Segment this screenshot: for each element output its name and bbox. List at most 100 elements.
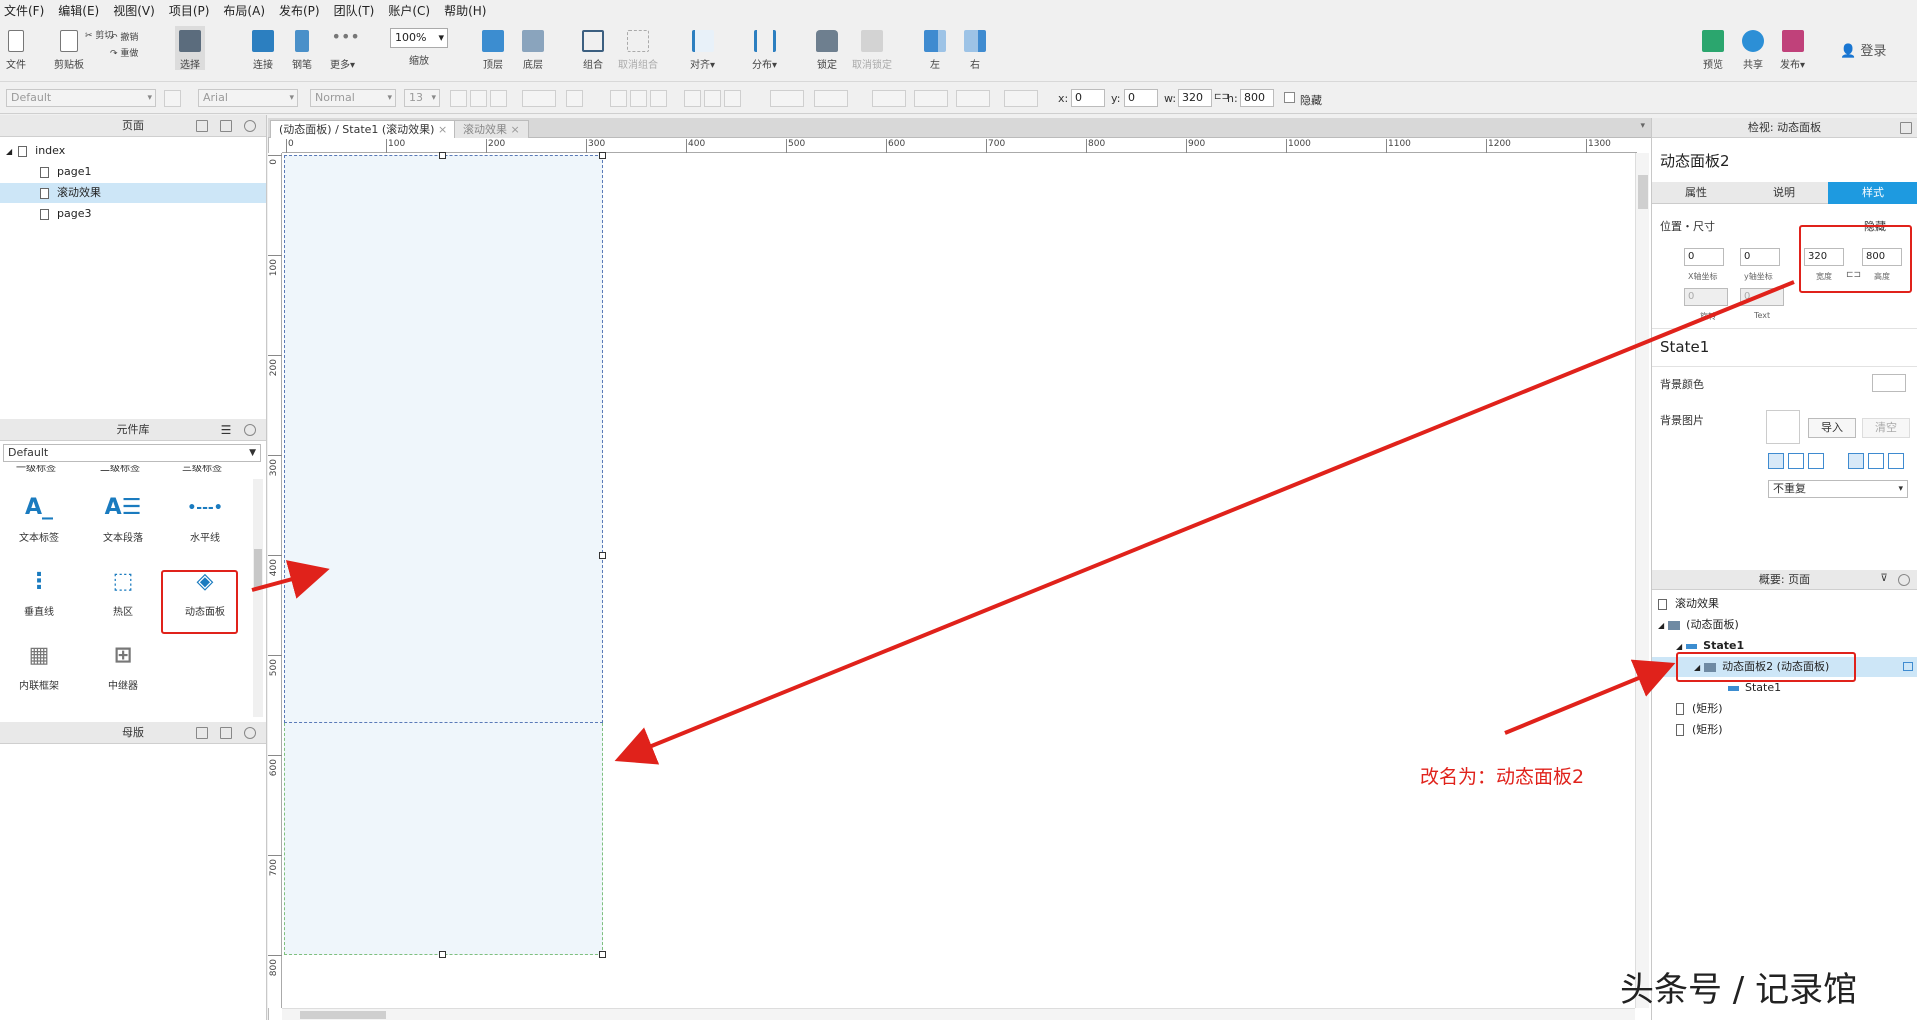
tab-properties[interactable]: 属性 <box>1652 182 1740 204</box>
align-left-icon[interactable] <box>610 90 627 107</box>
collapse-icon[interactable]: ◢ <box>6 147 12 156</box>
line-width-icon[interactable] <box>914 90 948 107</box>
valign-middle-icon[interactable] <box>704 90 721 107</box>
font-select[interactable]: Arial <box>198 89 298 107</box>
paste-button[interactable]: 剪贴板 <box>54 30 84 71</box>
add-page-icon[interactable] <box>196 120 208 132</box>
search-icon[interactable] <box>1898 574 1910 586</box>
collapse-icon[interactable]: ◢ <box>1658 621 1664 630</box>
style-select[interactable]: Default <box>6 89 156 107</box>
clear-button[interactable]: 清空 <box>1862 418 1910 438</box>
h-input[interactable]: 800 <box>1240 89 1274 107</box>
redo-button[interactable]: ↷ 重做 <box>110 46 138 59</box>
login-button[interactable]: 👤 登录 <box>1840 40 1886 59</box>
shadow-icon[interactable] <box>814 90 848 107</box>
text-rotate-input[interactable]: 0 <box>1740 288 1784 306</box>
widget-repeater[interactable]: ⊞ 中继器 <box>88 641 158 692</box>
close-icon[interactable]: × <box>438 123 447 136</box>
menu-account[interactable]: 账户(C) <box>388 2 430 19</box>
canvas-vertical-scrollbar[interactable] <box>1635 153 1649 1008</box>
widget-text-paragraph[interactable]: A☰ 文本段落 <box>88 493 158 544</box>
widget-vertical-line[interactable]: ⋮ 垂直线 <box>4 567 74 618</box>
font-size-select[interactable]: 13 <box>404 89 440 107</box>
widget-horizontal-line[interactable]: •---• 水平线 <box>170 493 240 544</box>
unlock-button[interactable]: 取消锁定 <box>852 30 892 71</box>
left-pane-toggle[interactable]: 左 <box>924 30 946 71</box>
close-icon[interactable]: × <box>511 123 520 136</box>
underline-icon[interactable] <box>490 90 507 107</box>
line-style-icon[interactable] <box>956 90 990 107</box>
align-button[interactable]: 对齐▾ <box>690 30 715 71</box>
bring-to-top-button[interactable]: 顶层 <box>482 30 504 71</box>
hide-checkbox[interactable] <box>1284 92 1295 103</box>
bg-image-preview[interactable] <box>1766 410 1800 444</box>
arrow-style-icon[interactable] <box>1004 90 1038 107</box>
x-input[interactable]: 0 <box>1071 89 1105 107</box>
zoom-select[interactable]: 100% ▾ <box>390 28 448 48</box>
select-tool[interactable]: 选择 <box>175 26 205 71</box>
canvas-horizontal-scrollbar[interactable] <box>282 1008 1635 1020</box>
resize-handle[interactable] <box>599 552 606 559</box>
page-tree-item-page1[interactable]: page1 <box>0 162 266 182</box>
align-right-icon[interactable] <box>650 90 667 107</box>
pen-tool[interactable]: 钢笔 <box>292 30 312 71</box>
resize-handle[interactable] <box>599 951 606 958</box>
align-center-icon[interactable] <box>1788 453 1804 469</box>
tab-scroll-effect[interactable]: 滚动效果 × <box>454 120 529 138</box>
menu-edit[interactable]: 编辑(E) <box>58 2 99 19</box>
collapse-icon[interactable]: ◢ <box>1676 642 1682 651</box>
add-master-icon[interactable] <box>196 727 208 739</box>
notes-icon[interactable] <box>1900 122 1912 134</box>
visibility-icon[interactable] <box>1903 662 1913 671</box>
valign-middle-icon[interactable] <box>1868 453 1884 469</box>
bullet-icon[interactable] <box>566 90 583 107</box>
bold-icon[interactable] <box>450 90 467 107</box>
x-coordinate-input[interactable]: 0 <box>1684 248 1724 266</box>
ungroup-button[interactable]: 取消组合 <box>618 30 658 71</box>
align-center-icon[interactable] <box>630 90 647 107</box>
share-button[interactable]: 共享 <box>1742 30 1764 71</box>
add-folder-icon[interactable] <box>220 727 232 739</box>
import-button[interactable]: 导入 <box>1808 418 1856 438</box>
distribute-button[interactable]: 分布▾ <box>752 30 777 71</box>
fill-color-icon[interactable] <box>770 90 804 107</box>
tab-dynamic-panel-state[interactable]: (动态面板) / State1 (滚动效果) × <box>270 120 457 138</box>
search-icon[interactable] <box>244 424 256 436</box>
outline-item-rect1[interactable]: (矩形) <box>1652 699 1917 719</box>
menu-project[interactable]: 项目(P) <box>169 2 210 19</box>
bg-color-picker[interactable] <box>1872 374 1906 392</box>
outline-item-page[interactable]: 滚动效果 <box>1652 594 1917 614</box>
right-pane-toggle[interactable]: 右 <box>964 30 986 71</box>
group-button[interactable]: 组合 <box>582 30 604 71</box>
font-weight-select[interactable]: Normal <box>310 89 396 107</box>
filter-icon[interactable]: ⊽ <box>1878 574 1890 586</box>
align-left-icon[interactable] <box>1768 453 1784 469</box>
tab-notes[interactable]: 说明 <box>1740 182 1828 204</box>
page-tree-item-scroll-effect[interactable]: 滚动效果 <box>0 183 266 203</box>
tab-style[interactable]: 样式 <box>1828 182 1917 204</box>
valign-bottom-icon[interactable] <box>724 90 741 107</box>
valign-bottom-icon[interactable] <box>1888 453 1904 469</box>
outline-item-rect2[interactable]: (矩形) <box>1652 720 1917 740</box>
tabs-overflow-icon[interactable]: ▾ <box>1640 121 1645 131</box>
menu-team[interactable]: 团队(T) <box>334 2 375 19</box>
search-icon[interactable] <box>244 727 256 739</box>
preview-button[interactable]: 预览 <box>1702 30 1724 71</box>
send-to-bottom-button[interactable]: 底层 <box>522 30 544 71</box>
line-color-icon[interactable] <box>872 90 906 107</box>
valign-top-icon[interactable] <box>1848 453 1864 469</box>
rotate-input[interactable]: 0 <box>1684 288 1728 306</box>
menu-view[interactable]: 视图(V) <box>113 2 155 19</box>
y-coordinate-input[interactable]: 0 <box>1740 248 1780 266</box>
outline-item-dynamic-panel[interactable]: ◢ (动态面板) <box>1652 615 1917 635</box>
style-edit-icon[interactable] <box>164 90 181 107</box>
lock-button[interactable]: 锁定 <box>816 30 838 71</box>
widget-text-label[interactable]: A_ 文本标签 <box>4 493 74 544</box>
menu-icon[interactable]: ☰ <box>220 424 232 436</box>
menu-publish[interactable]: 发布(P) <box>279 2 320 19</box>
w-input[interactable]: 320 <box>1178 89 1212 107</box>
valign-top-icon[interactable] <box>684 90 701 107</box>
library-scrollbar[interactable] <box>253 479 263 717</box>
widget-name[interactable]: 动态面板2 <box>1660 150 1730 171</box>
resize-handle[interactable] <box>439 152 446 159</box>
